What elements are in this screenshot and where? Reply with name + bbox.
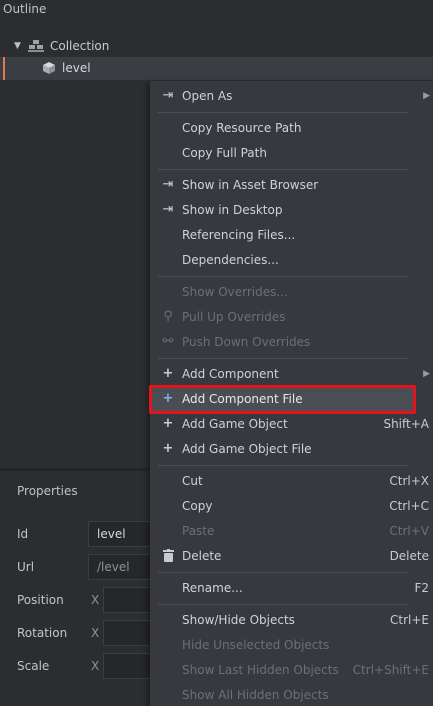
- menu-item-label: Referencing Files...: [182, 227, 296, 242]
- menu-item-label: Show/Hide Objects: [182, 612, 295, 627]
- prop-label-rotation: Rotation: [17, 626, 68, 640]
- menu-item-label: Dependencies...: [182, 252, 279, 267]
- menu-item-add-component[interactable]: + Add Component ▶: [150, 361, 430, 386]
- menu-item-label: Paste: [182, 523, 215, 538]
- menu-separator: [158, 465, 408, 466]
- scale-x-axis-label: X: [91, 659, 100, 673]
- menu-separator: [158, 604, 408, 605]
- menu-item-label: Copy Full Path: [182, 145, 267, 160]
- menu-separator: [158, 358, 408, 359]
- outline-title: Outline: [3, 2, 47, 16]
- context-menu: ⇥ Open As ▶ Copy Resource Path Copy Full…: [150, 81, 433, 706]
- open-arrow-icon: ⇥: [162, 88, 174, 103]
- push-down-icon: ⚯: [162, 334, 174, 349]
- menu-separator: [158, 276, 408, 277]
- menu-item-delete[interactable]: Delete Delete: [150, 543, 429, 568]
- position-x-axis-label: X: [91, 593, 100, 607]
- menu-item-label: Add Game Object: [182, 416, 288, 431]
- menu-item-pull-up-overrides: ⚲ Pull Up Overrides: [150, 304, 416, 329]
- menu-item-add-game-object[interactable]: + Add Game Object Shift+A: [150, 411, 429, 436]
- expand-caret-icon[interactable]: ▼: [14, 41, 24, 51]
- menu-item-shortcut: Delete: [389, 548, 429, 563]
- menu-item-label: Show in Desktop: [182, 202, 283, 217]
- properties-title: Properties: [17, 484, 78, 498]
- menu-item-label: Show All Hidden Objects: [182, 687, 329, 702]
- menu-item-shortcut: Shift+A: [383, 416, 429, 431]
- menu-item-label: Rename...: [182, 580, 243, 595]
- menu-item-label: Open As: [182, 88, 233, 103]
- prop-label-position: Position: [17, 593, 64, 607]
- plus-icon: +: [162, 365, 174, 381]
- menu-item-label: Add Component File: [182, 391, 303, 406]
- menu-item-label: Pull Up Overrides: [182, 309, 286, 324]
- submenu-arrow-icon: ▶: [423, 368, 430, 379]
- menu-item-show-in-desktop[interactable]: ⇥ Show in Desktop: [150, 197, 416, 222]
- menu-item-copy-resource-path[interactable]: Copy Resource Path: [150, 115, 416, 140]
- plus-icon: +: [162, 440, 174, 456]
- tree-item-level[interactable]: level: [0, 57, 433, 80]
- menu-item-shortcut: Ctrl+E: [390, 612, 429, 627]
- menu-separator: [158, 112, 408, 113]
- menu-item-label: Hide Unselected Objects: [182, 637, 330, 652]
- trash-icon: [163, 549, 174, 562]
- menu-separator: [158, 169, 408, 170]
- menu-item-add-component-file[interactable]: + Add Component File: [150, 386, 416, 411]
- menu-item-cut[interactable]: Cut Ctrl+X: [150, 468, 429, 493]
- menu-item-shortcut: Ctrl+V: [389, 523, 429, 538]
- open-arrow-icon: ⇥: [162, 202, 174, 217]
- menu-item-show-overrides: Show Overrides...: [150, 279, 416, 304]
- prop-label-id: Id: [17, 527, 29, 541]
- plus-icon: +: [162, 415, 174, 431]
- menu-item-label: Copy: [182, 498, 213, 513]
- menu-item-label: Show Overrides...: [182, 284, 288, 299]
- game-object-cube-icon: [43, 62, 55, 74]
- menu-item-show-last-hidden-objects: Show Last Hidden Objects Ctrl+Shift+E: [150, 657, 429, 682]
- menu-item-copy[interactable]: Copy Ctrl+C: [150, 493, 429, 518]
- menu-item-shortcut: Ctrl+X: [389, 473, 429, 488]
- menu-item-dependencies[interactable]: Dependencies...: [150, 247, 416, 272]
- menu-item-label: Push Down Overrides: [182, 334, 311, 349]
- plus-icon: +: [162, 390, 174, 406]
- selection-indicator: [3, 57, 5, 80]
- tree-item-label: level: [62, 61, 91, 75]
- menu-item-label: Show in Asset Browser: [182, 177, 319, 192]
- menu-item-paste: Paste Ctrl+V: [150, 518, 429, 543]
- open-arrow-icon: ⇥: [162, 177, 174, 192]
- menu-item-label: Add Game Object File: [182, 441, 312, 456]
- prop-label-scale: Scale: [17, 659, 50, 673]
- menu-item-rename[interactable]: Rename... F2: [150, 575, 429, 600]
- menu-item-referencing-files[interactable]: Referencing Files...: [150, 222, 416, 247]
- menu-item-label: Delete: [182, 548, 222, 563]
- menu-item-copy-full-path[interactable]: Copy Full Path: [150, 140, 416, 165]
- menu-separator: [158, 572, 408, 573]
- menu-item-open-as[interactable]: ⇥ Open As ▶: [150, 83, 430, 108]
- menu-item-add-game-object-file[interactable]: + Add Game Object File: [150, 436, 416, 461]
- menu-item-shortcut: F2: [414, 580, 429, 595]
- tree-item-collection[interactable]: ▼ Collection: [14, 35, 109, 57]
- menu-item-label: Add Component: [182, 366, 279, 381]
- rotation-x-axis-label: X: [91, 626, 100, 640]
- menu-item-shortcut: Ctrl+Shift+E: [352, 662, 429, 677]
- menu-item-label: Cut: [182, 473, 203, 488]
- prop-label-url: Url: [17, 560, 35, 574]
- tree-item-label: Collection: [50, 39, 110, 53]
- submenu-arrow-icon: ▶: [423, 90, 430, 101]
- menu-item-label: Show Last Hidden Objects: [182, 662, 339, 677]
- pull-up-icon: ⚲: [163, 309, 173, 324]
- menu-item-label: Copy Resource Path: [182, 120, 302, 135]
- menu-item-shortcut: Ctrl+C: [389, 498, 429, 513]
- menu-item-hide-unselected-objects: Hide Unselected Objects: [150, 632, 416, 657]
- menu-item-show-in-asset-browser[interactable]: ⇥ Show in Asset Browser: [150, 172, 416, 197]
- menu-item-show-all-hidden-objects: Show All Hidden Objects: [150, 682, 416, 706]
- menu-item-show-hide-objects[interactable]: Show/Hide Objects Ctrl+E: [150, 607, 429, 632]
- menu-item-push-down-overrides: ⚯ Push Down Overrides: [150, 329, 416, 354]
- collection-icon: [28, 40, 44, 52]
